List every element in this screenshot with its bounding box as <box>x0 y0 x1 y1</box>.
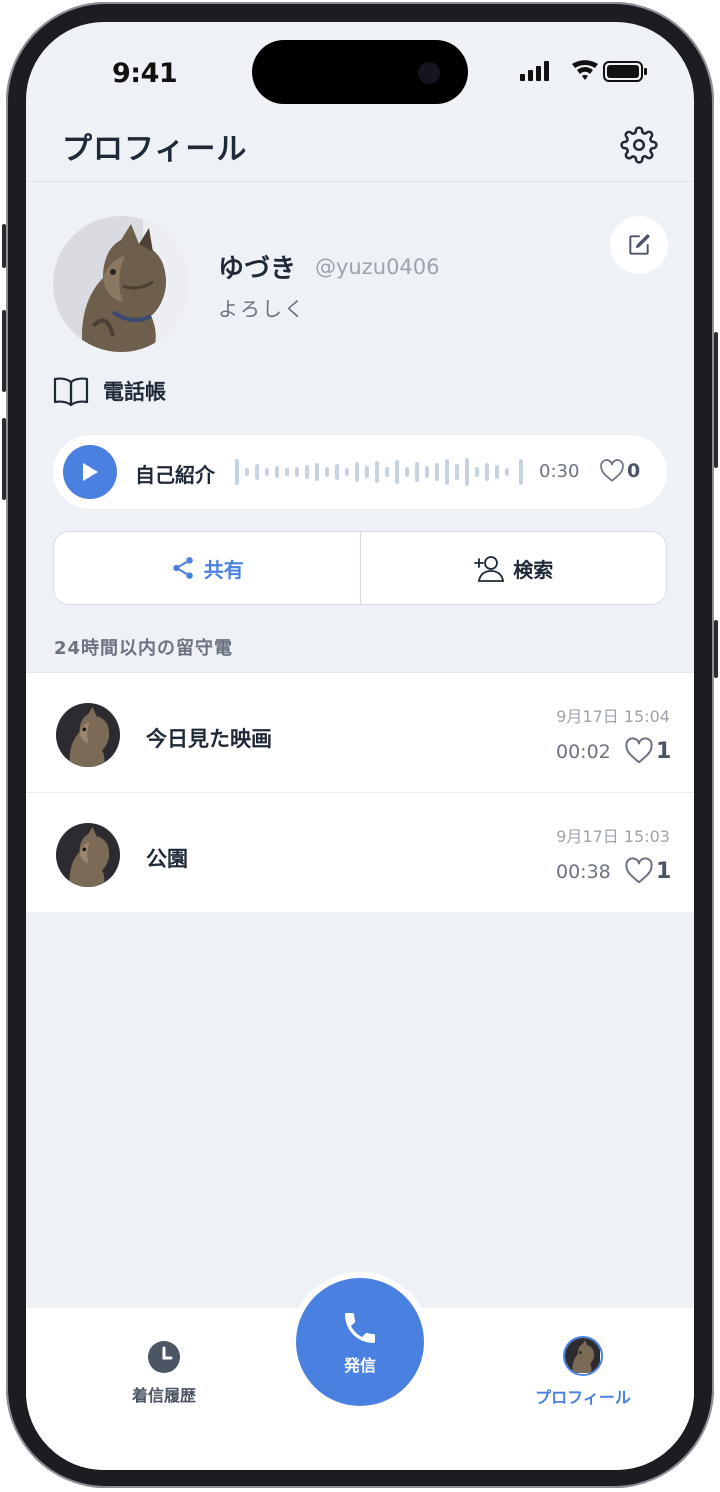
voicemail-item[interactable]: 公園 9月17日 15:03 00:38 1 <box>26 793 694 912</box>
user-handle: @yuzu0406 <box>315 255 440 279</box>
side-button <box>2 418 6 500</box>
call-label: 発信 <box>343 1356 376 1375</box>
share-icon <box>173 557 193 579</box>
heart-icon <box>600 459 624 482</box>
intro-label: 自己紹介 <box>135 463 215 487</box>
voicemail-section-title: 24時間以内の留守電 <box>54 638 234 659</box>
intro-duration: 0:30 <box>539 461 580 482</box>
cellular-signal-icon <box>520 61 549 81</box>
display-name: ゆづき <box>218 254 297 284</box>
heart-icon <box>625 737 653 764</box>
book-icon <box>53 377 89 406</box>
screen: 9:41 プロフィール ゆづき @yuzu0406 よろしく 電話帳 自己紹介 … <box>26 22 694 1470</box>
battery-icon <box>603 61 647 82</box>
header-divider <box>26 181 694 182</box>
clock-icon <box>148 1341 180 1373</box>
voicemail-like-count: 1 <box>656 858 672 884</box>
share-button[interactable]: 共有 <box>54 532 360 604</box>
share-label: 共有 <box>203 557 244 582</box>
tab-call-history[interactable]: 着信履歴 <box>98 1340 230 1406</box>
tab-profile-avatar <box>563 1336 603 1376</box>
page-title: プロフィール <box>62 132 248 167</box>
waveform-icon[interactable] <box>235 457 525 487</box>
voicemail-date: 9月17日 15:03 <box>556 827 670 846</box>
tab-profile[interactable]: プロフィール <box>522 1336 644 1408</box>
side-button <box>2 310 6 392</box>
profile-actions: 共有 検索 <box>53 531 667 605</box>
call-button[interactable]: 発信 <box>296 1278 424 1406</box>
voicemail-like-count: 1 <box>656 738 672 764</box>
play-icon <box>83 463 98 481</box>
status-time: 9:41 <box>112 58 178 89</box>
status-icons <box>520 60 650 88</box>
wifi-icon <box>572 60 598 80</box>
voicemail-list: 今日見た映画 9月17日 15:04 00:02 1 公園 9月17日 15:0… <box>26 672 694 912</box>
search-label: 検索 <box>513 557 554 582</box>
voicemail-item[interactable]: 今日見た映画 9月17日 15:04 00:02 1 <box>26 673 694 793</box>
intro-like-count: 0 <box>627 460 641 482</box>
edit-profile-button[interactable] <box>610 216 668 274</box>
profile-bio: よろしく <box>218 297 306 321</box>
voicemail-duration: 00:02 <box>556 741 611 763</box>
profile-avatar[interactable] <box>53 216 189 352</box>
voicemail-like-button[interactable]: 1 <box>624 737 671 765</box>
edit-icon <box>629 234 650 255</box>
tab-history-label: 着信履歴 <box>131 1386 196 1405</box>
voicemail-title: 今日見た映画 <box>146 727 272 751</box>
intro-like-button[interactable]: 0 <box>599 459 640 483</box>
front-camera <box>418 62 440 84</box>
voicemail-duration: 00:38 <box>556 861 611 883</box>
voicemail-like-button[interactable]: 1 <box>624 857 671 885</box>
add-user-icon <box>474 556 505 582</box>
voicemail-date: 9月17日 15:04 <box>556 707 670 726</box>
search-user-button[interactable]: 検索 <box>359 532 667 604</box>
side-button <box>2 224 6 268</box>
play-button[interactable] <box>63 445 117 499</box>
side-button <box>714 620 718 678</box>
settings-gear-icon[interactable] <box>620 126 658 164</box>
tab-profile-label: プロフィール <box>535 1388 631 1407</box>
phonebook-label: 電話帳 <box>103 380 166 404</box>
intro-player: 自己紹介 0:30 0 <box>53 435 667 509</box>
voicemail-avatar <box>56 823 120 887</box>
voicemail-title: 公園 <box>146 847 188 871</box>
phone-icon <box>345 1313 375 1343</box>
heart-icon <box>625 857 653 884</box>
voicemail-avatar <box>56 703 120 767</box>
side-button <box>714 332 718 468</box>
phonebook-link[interactable]: 電話帳 <box>53 376 166 406</box>
